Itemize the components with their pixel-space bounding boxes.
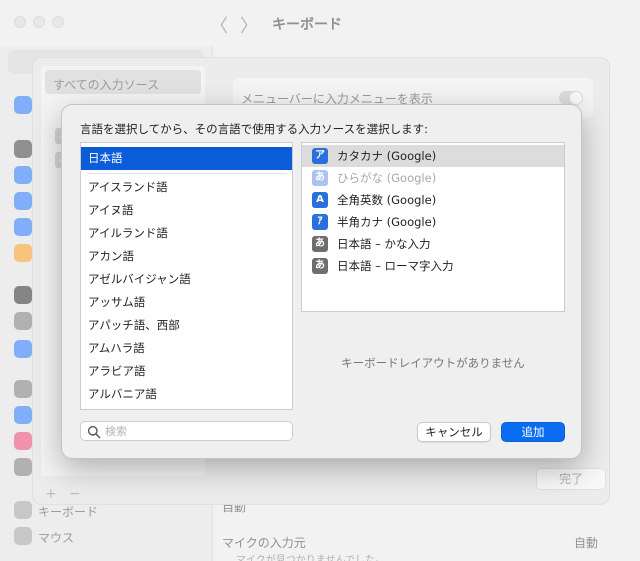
source-item-katakana[interactable]: ア カタカナ (Google) [302, 145, 564, 167]
japanese-romaji-icon: あ [312, 258, 328, 274]
language-item[interactable]: アッサム語 [81, 291, 292, 314]
halfwidth-kana-icon: ｱ [312, 214, 328, 230]
input-source-options-list[interactable]: ア カタカナ (Google) あ ひらがな (Google) A 全角英数 (… [301, 142, 565, 312]
source-label: 日本語 – かな入力 [337, 237, 431, 251]
add-input-source-dialog: 言語を選択してから、その言語で使用する入力ソースを選択します: 日本語 アイスラ… [61, 104, 582, 459]
cancel-button[interactable]: キャンセル [417, 422, 491, 442]
language-item-selected[interactable]: 日本語 [81, 147, 292, 170]
source-item-halfwidth-kana[interactable]: ｱ 半角カナ (Google) [302, 211, 564, 233]
source-label: 半角カナ (Google) [337, 215, 437, 229]
source-label: 全角英数 (Google) [337, 193, 437, 207]
source-item-japanese-romaji[interactable]: あ 日本語 – ローマ字入力 [302, 255, 564, 277]
language-item[interactable]: アムハラ語 [81, 337, 292, 360]
language-item[interactable]: アパッチ語、西部 [81, 314, 292, 337]
language-list[interactable]: 日本語 アイスランド語 アイヌ語 アイルランド語 アカン語 アゼルバイジャン語 … [80, 142, 293, 410]
search-icon [87, 425, 101, 439]
language-item[interactable]: アイルランド語 [81, 222, 292, 245]
language-item[interactable]: アイヌ語 [81, 199, 292, 222]
source-label: 日本語 – ローマ字入力 [337, 259, 454, 273]
source-item-fullwidth-alnum[interactable]: A 全角英数 (Google) [302, 189, 564, 211]
language-item[interactable]: アルバニア語 [81, 383, 292, 406]
language-item[interactable]: アイスランド語 [81, 176, 292, 199]
language-item[interactable]: アカン語 [81, 245, 292, 268]
language-search-field[interactable] [80, 421, 293, 441]
search-input[interactable] [105, 423, 285, 439]
language-item[interactable]: アゼルバイジャン語 [81, 268, 292, 291]
hiragana-icon: あ [312, 170, 328, 186]
language-list-divider [87, 173, 287, 174]
source-label: ひらがな (Google) [337, 171, 437, 185]
no-keyboard-layout-text: キーボードレイアウトがありません [341, 356, 525, 370]
language-item[interactable]: アラビア語 [81, 360, 292, 383]
source-item-japanese-kana[interactable]: あ 日本語 – かな入力 [302, 233, 564, 255]
japanese-kana-icon: あ [312, 236, 328, 252]
dialog-prompt: 言語を選択してから、その言語で使用する入力ソースを選択します: [80, 122, 428, 136]
source-label: カタカナ (Google) [337, 149, 437, 163]
add-button[interactable]: 追加 [501, 422, 565, 442]
fullwidth-alnum-icon: A [312, 192, 328, 208]
source-item-hiragana: あ ひらがな (Google) [302, 167, 564, 189]
katakana-icon: ア [312, 148, 328, 164]
